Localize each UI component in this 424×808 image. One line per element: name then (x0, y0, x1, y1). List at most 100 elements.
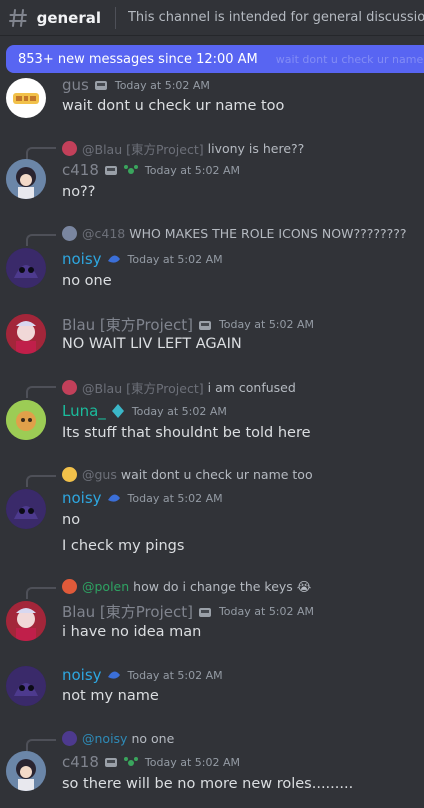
timestamp[interactable]: Today at 5:02 AM (115, 79, 210, 92)
timestamp[interactable]: Today at 5:02 AM (128, 253, 223, 266)
timestamp[interactable]: Today at 5:02 AM (145, 164, 240, 177)
reply-avatar (62, 380, 77, 395)
message: @Blau [東方Project] i am confused Luna_ To… (0, 376, 424, 446)
avatar[interactable] (6, 601, 46, 641)
message: @Blau [東方Project] livony is here?? c418 … (0, 137, 424, 207)
reply-preview[interactable]: @noisy no one (62, 731, 174, 746)
timestamp[interactable]: Today at 5:02 AM (219, 605, 314, 618)
timestamp[interactable]: Today at 5:02 AM (128, 492, 223, 505)
message-header: Blau [東方Project] Today at 5:02 AM (62, 314, 314, 335)
message: noisy Today at 5:02 AM not my name (0, 664, 424, 712)
leaf-role-icon (123, 162, 139, 178)
reply-text: i am confused (207, 380, 296, 395)
message-author[interactable]: Luna_ (62, 402, 106, 420)
message-author[interactable]: c418 (62, 161, 99, 179)
avatar[interactable] (6, 78, 46, 118)
reply-spine (26, 234, 56, 246)
badge-icon (103, 162, 119, 178)
message-content: no?? (62, 184, 96, 200)
message-header: noisy Today at 5:02 AM (62, 489, 223, 507)
reply-text: how do i change the keys 😭 (133, 579, 312, 594)
message-header: c418 Today at 5:02 AM (62, 753, 240, 771)
reply-author[interactable]: @polen (82, 579, 129, 594)
reply-preview[interactable]: @polen how do i change the keys 😭 (62, 579, 311, 594)
badge-icon (103, 754, 119, 770)
reply-text: WHO MAKES THE ROLE ICONS NOW???????? (129, 226, 407, 241)
message-content: not my name (62, 688, 159, 704)
message-content: no (62, 512, 81, 528)
avatar[interactable] (6, 489, 46, 529)
leaf-role-icon (123, 754, 139, 770)
reply-preview[interactable]: @c418 WHO MAKES THE ROLE ICONS NOW??????… (62, 226, 407, 241)
avatar[interactable] (6, 666, 46, 706)
blue-role-icon (106, 667, 122, 683)
message-header: noisy Today at 5:02 AM (62, 250, 223, 268)
message-author[interactable]: noisy (62, 666, 102, 684)
reply-avatar (62, 579, 77, 594)
message-header: gus Today at 5:02 AM (62, 76, 210, 94)
new-messages-label: 853+ new messages since 12:00 AM (18, 51, 258, 67)
banner-ghost-text: wait dont u check ur name too (275, 52, 424, 66)
message: gus Today at 5:02 AM wait dont u check u… (0, 74, 424, 122)
reply-preview[interactable]: @gus wait dont u check ur name too (62, 467, 313, 482)
message-content: Its stuff that shouldnt be told here (62, 425, 311, 441)
channel-header: general This channel is intended for gen… (0, 0, 424, 36)
avatar[interactable] (6, 751, 46, 791)
channel-name[interactable]: general (37, 9, 101, 27)
new-messages-banner[interactable]: 853+ new messages since 12:00 AM wait do… (6, 45, 424, 73)
reply-avatar (62, 141, 77, 156)
message-author[interactable]: Blau [東方Project] (62, 314, 193, 335)
hashtag-icon (8, 7, 29, 29)
message: @gus wait dont u check ur name too noisy… (0, 465, 424, 561)
message-content: I check my pings (62, 538, 185, 554)
crystal-role-icon (110, 403, 126, 419)
header-divider (115, 6, 116, 29)
message-author[interactable]: c418 (62, 753, 99, 771)
message: @polen how do i change the keys 😭 Blau [… (0, 577, 424, 647)
timestamp[interactable]: Today at 5:02 AM (132, 405, 227, 418)
channel-topic[interactable]: This channel is intended for general dis… (128, 10, 424, 25)
blue-role-icon (106, 490, 122, 506)
blue-role-icon (106, 251, 122, 267)
reply-author[interactable]: @noisy (82, 731, 127, 746)
message: Blau [東方Project] Today at 5:02 AM NO WAI… (0, 312, 424, 360)
reply-preview[interactable]: @Blau [東方Project] livony is here?? (62, 139, 304, 158)
badge-icon (197, 604, 213, 620)
message-header: noisy Today at 5:02 AM (62, 666, 223, 684)
message-author[interactable]: noisy (62, 489, 102, 507)
message-header: Luna_ Today at 5:02 AM (62, 402, 227, 420)
message: @noisy no one c418 Today at 5:02 AM so t… (0, 729, 424, 808)
message-content: i have no idea man (62, 624, 202, 640)
message-content: no one (62, 273, 112, 289)
timestamp[interactable]: Today at 5:02 AM (145, 756, 240, 769)
reply-avatar (62, 467, 77, 482)
reply-avatar (62, 226, 77, 241)
reply-avatar (62, 731, 77, 746)
timestamp[interactable]: Today at 5:02 AM (219, 318, 314, 331)
message-content: NO WAIT LIV LEFT AGAIN (62, 336, 242, 352)
reply-author[interactable]: @gus (82, 467, 117, 482)
reply-author[interactable]: @Blau [東方Project] (82, 139, 204, 158)
reply-author[interactable]: @Blau [東方Project] (82, 378, 204, 397)
message-content: so there will be no more new roles......… (62, 776, 354, 792)
reply-spine (26, 739, 56, 751)
reply-spine (26, 147, 56, 159)
reply-spine (26, 386, 56, 398)
reply-text: wait dont u check ur name too (120, 467, 313, 482)
avatar[interactable] (6, 314, 46, 354)
message-author[interactable]: noisy (62, 250, 102, 268)
message: @c418 WHO MAKES THE ROLE ICONS NOW??????… (0, 224, 424, 294)
avatar[interactable] (6, 159, 46, 199)
avatar[interactable] (6, 248, 46, 288)
avatar[interactable] (6, 400, 46, 440)
badge-icon (93, 77, 109, 93)
message-author[interactable]: Blau [東方Project] (62, 601, 193, 622)
message-content: wait dont u check ur name too (62, 98, 285, 114)
message-author[interactable]: gus (62, 76, 89, 94)
reply-text: no one (131, 731, 175, 746)
reply-author[interactable]: @c418 (82, 226, 125, 241)
message-header: c418 Today at 5:02 AM (62, 161, 240, 179)
reply-text: livony is here?? (207, 141, 305, 156)
timestamp[interactable]: Today at 5:02 AM (128, 669, 223, 682)
reply-preview[interactable]: @Blau [東方Project] i am confused (62, 378, 296, 397)
